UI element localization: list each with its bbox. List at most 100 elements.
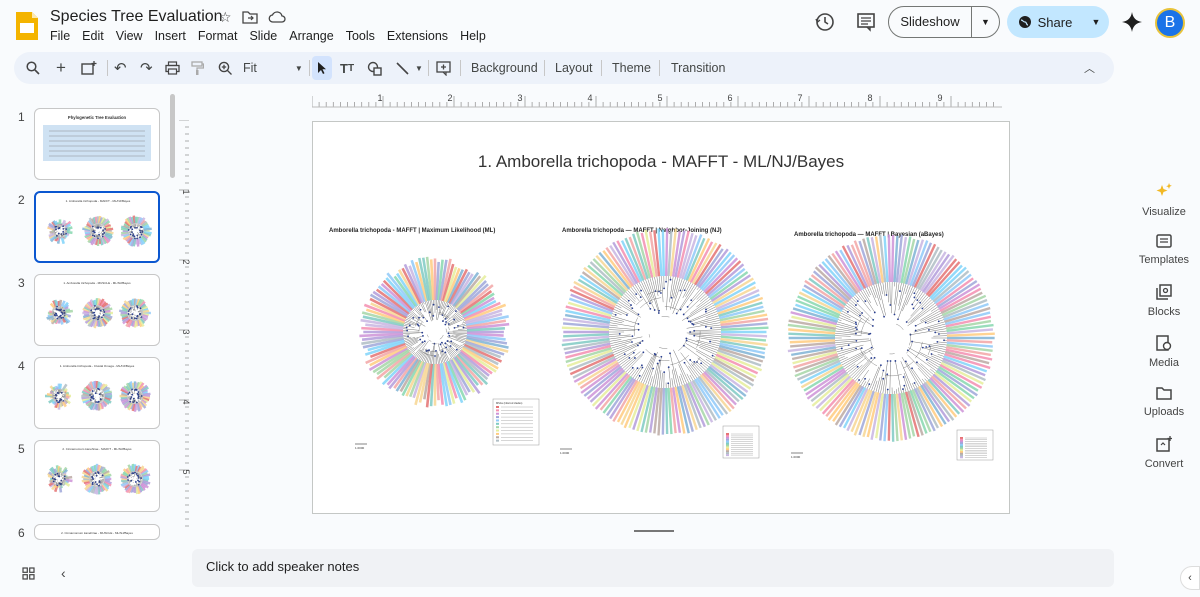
new-slide-icon[interactable]: + <box>56 52 66 84</box>
media-button[interactable]: Media <box>1131 335 1197 369</box>
menu-insert[interactable]: Insert <box>149 29 192 43</box>
gemini-icon[interactable] <box>1121 11 1143 33</box>
transition-button[interactable]: Transition <box>671 52 725 84</box>
slide-number: 2 <box>18 193 25 207</box>
slides-logo-icon[interactable] <box>14 10 40 42</box>
menu-edit[interactable]: Edit <box>76 29 110 43</box>
speaker-notes[interactable]: Click to add speaker notes <box>192 549 1114 587</box>
tree-legend: MSAs (inferred clades) <box>492 398 540 446</box>
radial-tree[interactable] <box>359 256 510 408</box>
radial-tree[interactable] <box>119 298 151 328</box>
paint-format-icon[interactable] <box>191 52 204 84</box>
radial-tree[interactable] <box>46 299 74 325</box>
convert-button[interactable]: Convert <box>1131 436 1197 470</box>
vertical-ruler[interactable]: 1 2 3 4 5 <box>176 120 190 530</box>
slide-thumbnail[interactable]: 1. Amborella trichopoda - MAFFT - ML/NJ/… <box>34 191 160 263</box>
media-icon <box>1156 335 1172 351</box>
share-dropdown-icon[interactable]: ▼ <box>1083 17 1109 27</box>
slide-thumbnail[interactable]: 1. Amborella trichopoda - MUSCLE - ML/NJ… <box>34 274 160 346</box>
radial-tree[interactable] <box>81 463 112 495</box>
slide-thumbnail[interactable]: Phylogenetic Tree Evaluation <box>34 108 160 180</box>
comments-icon[interactable] <box>855 11 877 33</box>
scale-bar-label: 1.0000 <box>791 455 801 459</box>
grid-view-icon[interactable] <box>22 566 35 580</box>
line-icon[interactable]: ▼ <box>395 52 423 84</box>
visualize-button[interactable]: Visualize <box>1131 182 1197 218</box>
radial-tree[interactable] <box>120 215 152 247</box>
radial-tree[interactable] <box>45 383 72 410</box>
menu-arrange[interactable]: Arrange <box>283 29 339 43</box>
new-slide-layout-icon[interactable] <box>81 52 97 84</box>
account-avatar[interactable]: B <box>1155 8 1185 38</box>
zoom-select[interactable]: Fit ▼ <box>243 52 303 84</box>
search-menus-icon[interactable] <box>26 52 40 84</box>
ruler-tick-label: 5 <box>657 93 662 103</box>
share-main[interactable]: Share <box>1007 15 1083 30</box>
ruler-tick-label: 5 <box>181 469 190 474</box>
trees-figure[interactable]: MSAs (inferred clades) 1.0000 1.0000 1.0000 <box>313 122 1011 515</box>
background-button[interactable]: Background <box>471 52 538 84</box>
shape-icon[interactable] <box>367 52 383 84</box>
slide-thumbnail[interactable]: 2. Cinnamomum kanehirae - MUSCLE - ML/NJ… <box>34 524 160 540</box>
uploads-button[interactable]: Uploads <box>1131 386 1197 418</box>
share-button[interactable]: Share ▼ <box>1007 6 1109 38</box>
radial-tree[interactable] <box>47 465 73 493</box>
radial-tree[interactable] <box>81 380 113 411</box>
menu-view[interactable]: View <box>110 29 149 43</box>
menu-extensions[interactable]: Extensions <box>381 29 454 43</box>
radial-tree[interactable] <box>82 298 113 329</box>
ruler-tick-label: 6 <box>727 93 732 103</box>
radial-tree[interactable] <box>120 463 151 495</box>
star-icon[interactable]: ☆ <box>219 9 232 26</box>
add-comment-icon[interactable] <box>436 52 451 84</box>
document-title[interactable]: Species Tree Evaluation <box>50 8 223 26</box>
menu-file[interactable]: File <box>50 29 76 43</box>
radial-tree[interactable] <box>119 381 151 412</box>
radial-tree[interactable] <box>561 228 769 436</box>
scale-bar-label: 1.0000 <box>560 451 570 455</box>
menu-tools[interactable]: Tools <box>340 29 381 43</box>
notes-resize-handle[interactable] <box>634 530 674 532</box>
slideshow-button[interactable]: Slideshow ▼ <box>888 6 1000 38</box>
expand-side-panel-icon[interactable]: ‹ <box>1180 566 1200 590</box>
slide-number: 5 <box>18 442 25 456</box>
slideshow-label[interactable]: Slideshow <box>889 7 972 37</box>
print-icon[interactable] <box>165 52 180 84</box>
cloud-status-icon[interactable] <box>268 9 286 25</box>
legend-title: MSAs (inferred clades) <box>496 401 523 405</box>
media-label: Media <box>1149 357 1179 369</box>
filmstrip-scrollbar[interactable] <box>170 94 175 178</box>
radial-tree[interactable] <box>82 215 114 246</box>
convert-label: Convert <box>1144 458 1184 470</box>
theme-button[interactable]: Theme <box>612 52 651 84</box>
select-tool-icon[interactable] <box>312 56 332 80</box>
collapse-filmstrip-icon[interactable]: ‹ <box>61 565 66 581</box>
ruler-tick-label: 9 <box>937 93 942 103</box>
share-label: Share <box>1037 14 1073 30</box>
globe-icon <box>1018 16 1031 28</box>
zoom-icon[interactable] <box>218 52 233 84</box>
text-box-icon[interactable]: TT <box>340 52 354 84</box>
current-slide[interactable]: 1. Amborella trichopoda - MAFFT - ML/NJ/… <box>312 121 1010 514</box>
zoom-dropdown-icon: ▼ <box>294 63 303 73</box>
menu-format[interactable]: Format <box>192 29 244 43</box>
radial-tree[interactable] <box>787 234 995 442</box>
slide-thumbnail[interactable]: 1. Amborella trichopoda - Clustal Omega … <box>34 357 160 429</box>
ruler-tick-label: 4 <box>181 399 190 404</box>
menu-slide[interactable]: Slide <box>243 29 283 43</box>
redo-icon[interactable]: ↷ <box>140 52 153 84</box>
blocks-button[interactable]: Blocks <box>1131 284 1197 318</box>
ruler-tick-label: 7 <box>797 93 802 103</box>
undo-icon[interactable]: ↶ <box>114 52 127 84</box>
radial-tree[interactable] <box>47 219 73 245</box>
move-folder-icon[interactable] <box>241 9 258 25</box>
horizontal-ruler[interactable]: 1 2 3 4 5 6 7 8 9 <box>312 92 1002 108</box>
slideshow-dropdown-icon[interactable]: ▼ <box>972 17 999 27</box>
layout-button[interactable]: Layout <box>555 52 593 84</box>
slide-thumbnail[interactable]: 2. Cinnamomum kanehirae - MAFFT - ML/NJ/… <box>34 440 160 512</box>
menu-help[interactable]: Help <box>454 29 492 43</box>
collapse-toolbar-icon[interactable]: ︿ <box>1084 52 1095 84</box>
templates-button[interactable]: Templates <box>1131 234 1197 266</box>
thumbnail-title: 1. Amborella trichopoda - MUSCLE - ML/NJ… <box>63 281 131 285</box>
version-history-icon[interactable] <box>814 11 836 33</box>
